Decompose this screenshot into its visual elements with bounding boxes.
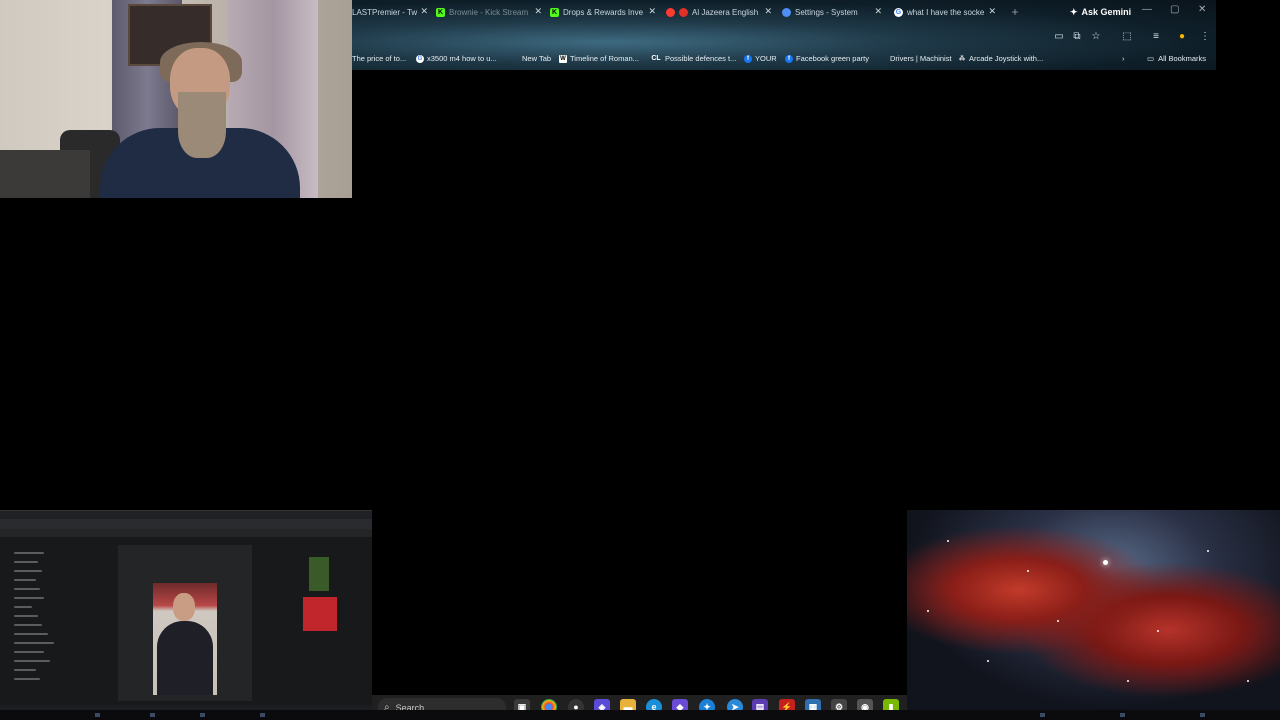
preview-ad-image (309, 557, 329, 591)
new-tab-button[interactable]: + (1006, 3, 1024, 21)
person-beard (178, 92, 226, 158)
craigslist-icon: CL (651, 55, 661, 62)
tab-label: Drops & Rewards Inve (563, 7, 644, 17)
close-icon[interactable]: ✕ (534, 6, 542, 17)
audio-playing-icon (666, 7, 675, 17)
close-icon[interactable]: ✕ (764, 6, 772, 17)
tab-lastpremier[interactable]: LASTPremier - Tw ✕ (352, 3, 432, 21)
tab-strip: LASTPremier - Tw ✕ K Brownie - Kick Stre… (352, 0, 1216, 24)
star-icon[interactable]: ☆ (1089, 30, 1103, 44)
bookmark-label: New Tab (522, 54, 552, 63)
playlist-icon[interactable]: ≡ (1149, 30, 1163, 44)
close-icon[interactable]: ✕ (988, 6, 996, 17)
bookmark-item[interactable]: Drivers | Machinist (890, 54, 952, 63)
facebook-icon: f (785, 54, 793, 63)
tab-al-jazeera[interactable]: Al Jazeera English ✕ (666, 3, 776, 21)
facebook-icon: f (744, 54, 752, 63)
tab-label: Settings - System (795, 7, 858, 17)
bookmark-item[interactable]: W Timeline of Roman... (559, 54, 639, 63)
preview-toolbar (0, 519, 372, 529)
close-icon[interactable]: ✕ (648, 6, 656, 17)
ask-gemini-label: Ask Gemini (1081, 7, 1132, 17)
sparkle-icon: ✦ (1070, 6, 1078, 17)
preview-photo-face (173, 593, 195, 621)
cast-icon[interactable]: ▭ (1052, 30, 1066, 44)
tab-google-search[interactable]: G what I have the socke ✕ (894, 3, 1000, 21)
chevron-right-icon: › (1122, 54, 1125, 63)
google-icon: G (894, 7, 903, 17)
bookmark-label: Timeline of Roman... (570, 54, 639, 63)
bookmark-item[interactable]: G x3500 m4 how to u... (416, 54, 497, 63)
bookmarks-overflow[interactable]: › (1122, 54, 1125, 63)
bookmark-item[interactable]: CL Possible defences t... (650, 54, 736, 63)
tab-label: Brownie - Kick Stream (449, 7, 529, 17)
preview-photo-person (157, 621, 213, 695)
close-icon[interactable]: ✕ (420, 6, 428, 17)
bookmark-label: YOUR (755, 54, 777, 63)
avatar[interactable]: ● (1175, 30, 1189, 44)
maximize-icon[interactable]: ▢ (1170, 4, 1179, 15)
menu-icon[interactable]: ⋮ (1198, 30, 1212, 44)
tab-label: LASTPremier - Tw (352, 7, 418, 17)
ask-gemini-button[interactable]: ✦ Ask Gemini (1062, 4, 1139, 20)
secondary-taskbar-strip (0, 710, 1280, 720)
bookmark-item[interactable]: New Tab (522, 54, 551, 63)
screenshot-icon[interactable]: ⧉ (1070, 30, 1084, 44)
bookmark-label: Possible defences t... (665, 54, 737, 63)
minimize-icon[interactable]: — (1142, 4, 1152, 15)
kick-icon: K (550, 7, 559, 17)
bookmark-item[interactable]: f Facebook green party (785, 54, 869, 63)
close-icon[interactable]: ✕ (874, 6, 882, 17)
tab-label: what I have the socke (907, 7, 985, 17)
browser-window: LASTPremier - Tw ✕ K Brownie - Kick Stre… (352, 0, 1216, 70)
bookmark-item[interactable]: The price of to... (352, 54, 406, 63)
all-bookmarks-button[interactable]: ▭ All Bookmarks (1147, 54, 1206, 63)
tab-kick-stream[interactable]: K Brownie - Kick Stream ✕ (436, 3, 546, 21)
bookmark-label: Facebook green party (796, 54, 869, 63)
bookmark-label: The price of to... (352, 54, 407, 63)
screen-preview-thumbnail (0, 510, 372, 711)
bookmark-label: Arcade Joystick with... (969, 54, 1044, 63)
bookmark-label: Drivers | Machinist (890, 54, 952, 63)
bookmarks-bar: The price of to... G x3500 m4 how to u..… (352, 50, 1216, 70)
bookmark-item[interactable]: f YOUR (744, 54, 777, 63)
bookmark-label: x3500 m4 how to u... (427, 54, 497, 63)
tab-drops-rewards[interactable]: K Drops & Rewards Inve ✕ (550, 3, 660, 21)
joystick-icon: ⁂ (959, 56, 965, 62)
tab-label: Al Jazeera English (692, 7, 759, 17)
plus-icon: + (1011, 5, 1019, 19)
extensions-icon[interactable]: ⬚ (1120, 30, 1134, 44)
browser-toolbar: ▭ ⧉ ☆ ⬚ ≡ ● ⋮ (352, 24, 1216, 50)
kick-icon: K (436, 7, 445, 17)
preview-sidebar (2, 545, 102, 705)
desktop-wallpaper (907, 510, 1280, 710)
youtube-icon (679, 7, 688, 17)
webcam-feed (0, 0, 352, 198)
google-icon: G (416, 54, 424, 63)
gear-icon (782, 7, 791, 17)
all-bookmarks-label: All Bookmarks (1158, 54, 1207, 63)
wikipedia-icon: W (559, 54, 567, 63)
preview-tab-strip (0, 511, 372, 519)
preview-ad-image (303, 597, 337, 631)
tab-settings[interactable]: Settings - System ✕ (782, 3, 886, 21)
folder-icon: ▭ (1147, 54, 1155, 63)
desk-clutter (0, 150, 90, 198)
close-window-icon[interactable]: ✕ (1198, 4, 1206, 15)
preview-bookmarks (0, 529, 372, 537)
bookmark-item[interactable]: ⁂ Arcade Joystick with... (958, 54, 1043, 63)
